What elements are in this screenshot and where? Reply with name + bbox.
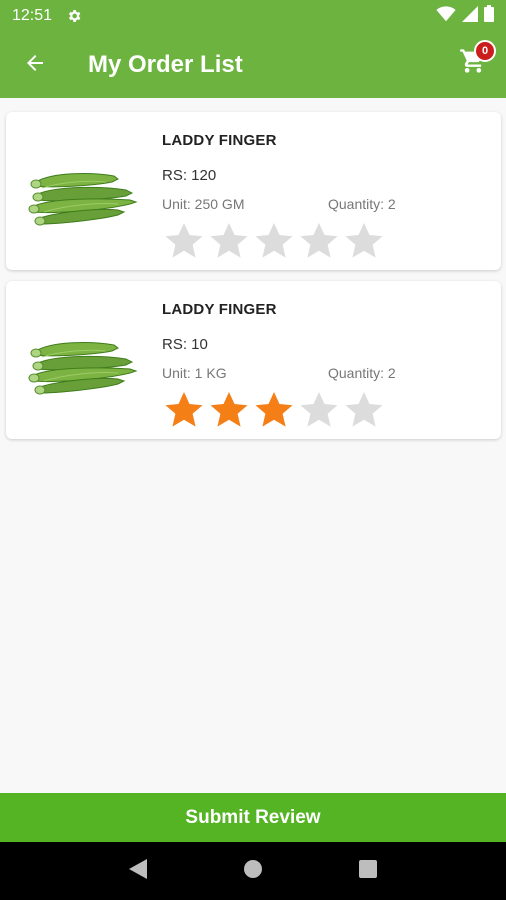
app-bar: My Order List 0 xyxy=(0,32,506,98)
product-image xyxy=(22,142,138,242)
star-empty-icon[interactable] xyxy=(344,222,384,260)
status-time: 12:51 xyxy=(12,7,53,24)
back-button[interactable] xyxy=(0,32,70,98)
star-empty-icon[interactable] xyxy=(299,391,339,429)
nav-home-button[interactable] xyxy=(241,859,265,883)
product-price: RS: 120 xyxy=(162,167,217,184)
page-title: My Order List xyxy=(88,51,243,78)
product-quantity: Quantity: 2 xyxy=(328,196,396,212)
battery-icon xyxy=(484,5,494,27)
order-list: LADDY FINGER RS: 120 Unit: 250 GM Quanti… xyxy=(6,112,501,450)
status-icons xyxy=(436,5,494,27)
wifi-icon xyxy=(436,5,456,27)
arrow-left-icon xyxy=(23,51,47,80)
signal-icon xyxy=(462,5,478,27)
star-empty-icon[interactable] xyxy=(209,222,249,260)
star-empty-icon[interactable] xyxy=(164,222,204,260)
star-filled-icon[interactable] xyxy=(254,391,294,429)
product-unit: Unit: 1 KG xyxy=(162,365,227,381)
star-filled-icon[interactable] xyxy=(209,391,249,429)
rating-stars xyxy=(164,222,384,260)
nav-recents-button[interactable] xyxy=(356,859,380,883)
square-recents-icon xyxy=(359,859,378,883)
order-card: LADDY FINGER RS: 120 Unit: 250 GM Quanti… xyxy=(6,112,501,270)
product-price: RS: 10 xyxy=(162,336,208,353)
star-empty-icon[interactable] xyxy=(344,391,384,429)
product-unit: Unit: 250 GM xyxy=(162,196,245,212)
product-quantity: Quantity: 2 xyxy=(328,365,396,381)
star-empty-icon[interactable] xyxy=(254,222,294,260)
gear-icon xyxy=(66,7,84,25)
product-name: LADDY FINGER xyxy=(162,132,277,149)
star-filled-icon[interactable] xyxy=(164,391,204,429)
system-nav-bar xyxy=(0,842,506,900)
order-card: LADDY FINGER RS: 10 Unit: 1 KG Quantity:… xyxy=(6,281,501,439)
status-bar: 12:51 xyxy=(0,0,506,32)
cart-count-badge: 0 xyxy=(474,40,496,62)
product-image xyxy=(22,311,138,411)
cart-button[interactable]: 0 xyxy=(456,40,496,80)
nav-back-button[interactable] xyxy=(126,858,150,884)
circle-home-icon xyxy=(243,859,263,884)
triangle-back-icon xyxy=(128,858,147,884)
product-name: LADDY FINGER xyxy=(162,301,277,318)
star-empty-icon[interactable] xyxy=(299,222,339,260)
rating-stars xyxy=(164,391,384,429)
submit-review-button[interactable]: Submit Review xyxy=(0,793,506,842)
